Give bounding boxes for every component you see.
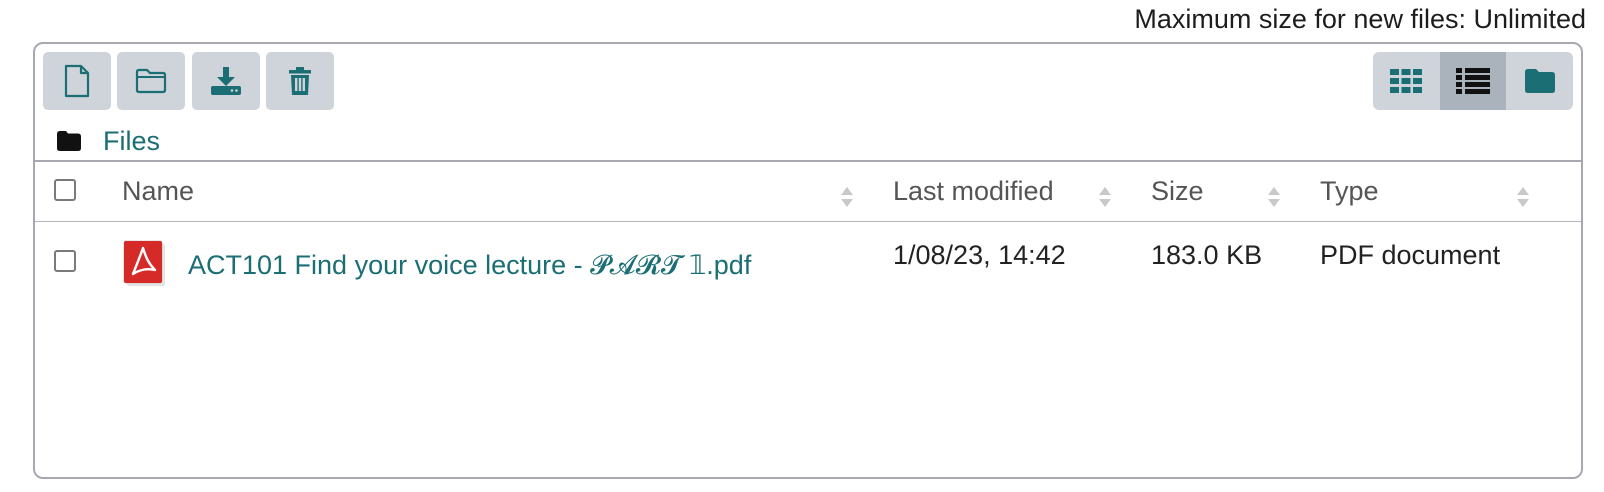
sort-icon[interactable] — [1516, 186, 1530, 208]
column-header-name[interactable]: Name — [122, 176, 194, 207]
breadcrumb-files-link[interactable]: Files — [103, 126, 160, 157]
icons-view-button[interactable] — [1373, 52, 1440, 110]
view-toggle-group — [1373, 52, 1573, 110]
file-last-modified: 1/08/23, 14:42 — [893, 240, 1066, 270]
column-header-last-modified[interactable]: Last modified — [893, 176, 1054, 207]
trash-icon — [289, 67, 311, 95]
table-row[interactable]: ACT101 Find your voice lecture - 𝓟𝓐𝓡𝓣 𝟙.… — [35, 234, 1581, 304]
breadcrumb: Files — [57, 124, 160, 158]
max-upload-size: Maximum size for new files: Unlimited — [1134, 4, 1586, 34]
list-icon — [1456, 68, 1490, 94]
delete-button[interactable] — [266, 52, 334, 110]
column-header-type[interactable]: Type — [1320, 176, 1379, 207]
table-header: Name Last modified Size Type — [35, 160, 1581, 222]
file-type: PDF document — [1320, 240, 1501, 270]
download-icon — [211, 67, 241, 95]
sort-icon[interactable] — [1267, 186, 1281, 208]
column-header-size[interactable]: Size — [1151, 176, 1204, 207]
select-all-checkbox[interactable] — [54, 179, 76, 201]
list-view-button[interactable] — [1439, 52, 1507, 110]
grid-icon — [1390, 69, 1423, 93]
download-button[interactable] — [192, 52, 260, 110]
create-folder-button[interactable] — [117, 52, 185, 110]
file-icon — [64, 64, 90, 98]
sort-icon[interactable] — [840, 186, 854, 208]
file-manager: Files Name Last modified Size Type ACT10 — [33, 42, 1583, 479]
pdf-icon — [123, 240, 165, 286]
folder-filled-icon — [57, 131, 81, 151]
sort-icon[interactable] — [1098, 186, 1112, 208]
folder-filled-icon — [1524, 69, 1555, 93]
folder-icon — [135, 68, 167, 94]
tree-view-button[interactable] — [1506, 52, 1573, 110]
file-size: 183.0 KB — [1151, 240, 1263, 270]
row-select-checkbox[interactable] — [54, 250, 76, 272]
file-name-link[interactable]: ACT101 Find your voice lecture - 𝓟𝓐𝓡𝓣 𝟙.… — [188, 250, 751, 282]
add-file-button[interactable] — [43, 52, 111, 110]
